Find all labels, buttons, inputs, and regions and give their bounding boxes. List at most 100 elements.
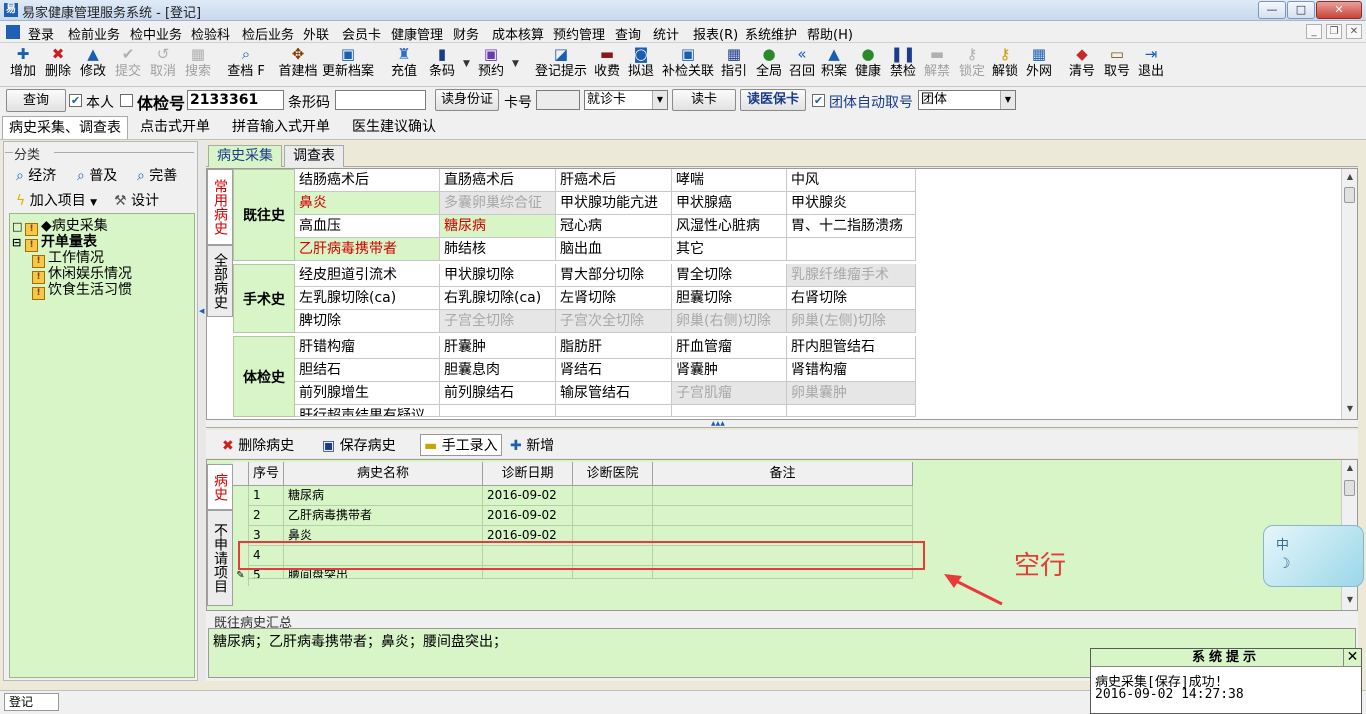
tab-history-collect[interactable]: 病史采集 [208, 145, 282, 167]
table-cell[interactable]: 2016-09-02 [483, 506, 573, 526]
recharge-button[interactable]: ♜ 充值 [389, 45, 419, 81]
self-checkbox[interactable]: ✔ [69, 94, 82, 107]
history-option-cell[interactable]: 肝癌术后 [556, 169, 672, 192]
tab-pinyin-order[interactable]: 拼音输入式开单 [226, 116, 336, 139]
complete-button[interactable]: ⌕ 完善 [137, 165, 177, 185]
save-history-button[interactable]: ▣ 保存病史 [322, 435, 396, 455]
history-option-cell[interactable] [556, 405, 672, 417]
column-header[interactable]: 诊断日期 [483, 462, 573, 486]
modify-button[interactable]: ▲ 修改 [78, 45, 108, 81]
history-option-cell[interactable]: 卵巢囊肿 [787, 382, 916, 405]
history-option-cell[interactable]: 甲状腺癌 [672, 192, 787, 215]
mdi-minimize-button[interactable]: _ [1306, 24, 1322, 39]
collapse-left-icon[interactable]: ◀ [199, 307, 204, 315]
scroll-down-icon[interactable]: ▼ [1342, 592, 1358, 608]
history-option-cell[interactable]: 子宫次全切除 [556, 310, 672, 333]
table-cell[interactable] [653, 486, 913, 506]
vertical-splitter[interactable]: ▲▲▲ [206, 420, 1358, 428]
menu-item-13[interactable]: 报表(R) [693, 24, 738, 43]
design-button[interactable]: ⚒ 设计 [114, 190, 159, 210]
tree-node[interactable]: ! 饮食生活习惯 [32, 282, 132, 300]
history-option-cell[interactable]: 肾结石 [556, 359, 672, 382]
popup-close-button[interactable]: ✕ [1343, 649, 1361, 667]
history-option-cell[interactable]: 胆囊切除 [672, 287, 787, 310]
history-option-cell[interactable]: 多囊卵巢综合征 [440, 192, 556, 215]
menu-item-9[interactable]: 成本核算 [492, 24, 544, 43]
history-option-cell[interactable]: 哮喘 [672, 169, 787, 192]
table-cell[interactable] [573, 486, 653, 506]
tab-click-order[interactable]: 点击式开单 [134, 116, 216, 139]
history-option-cell[interactable]: 甲状腺切除 [440, 264, 556, 287]
scroll-thumb[interactable] [1344, 480, 1355, 496]
scroll-up-icon[interactable]: ▲ [1342, 169, 1358, 185]
history-option-cell[interactable]: 直肠癌术后 [440, 169, 556, 192]
history-option-cell[interactable] [787, 405, 916, 417]
history-option-cell[interactable]: 冠心病 [556, 215, 672, 238]
backlog-button[interactable]: ▲ 积案 [819, 45, 849, 81]
history-option-cell[interactable]: 脾切除 [295, 310, 440, 333]
appointment-button[interactable]: ▣ 预约 [476, 45, 506, 81]
cancel-button[interactable]: ↺ 取消 [148, 45, 178, 81]
history-option-cell[interactable]: 肾错构瘤 [787, 359, 916, 382]
history-option-cell[interactable]: 前列腺结石 [440, 382, 556, 405]
add-item-button[interactable]: ϟ 加入项目 ▼ [16, 190, 97, 210]
history-option-cell[interactable]: 左乳腺切除(ca) [295, 287, 440, 310]
first-file-button[interactable]: ✥ 首建档 [277, 45, 319, 81]
ime-widget[interactable]: 中 ☽ [1263, 525, 1364, 587]
history-option-cell[interactable]: 经皮胆道引流术 [295, 264, 440, 287]
scroll-down-icon[interactable]: ▼ [1342, 401, 1358, 417]
scroll-thumb[interactable] [1344, 187, 1355, 203]
barcode-input[interactable] [335, 90, 426, 110]
table-cell[interactable]: 乙肝病毒携带者 [284, 506, 483, 526]
supplement-button[interactable]: ▣ 补检关联 [660, 45, 716, 81]
unforbid-button[interactable]: ▬ 解禁 [922, 45, 952, 81]
column-header[interactable]: 病史名称 [284, 462, 483, 486]
table-cell[interactable]: 糖尿病 [284, 486, 483, 506]
lock-button[interactable]: ⚷ 锁定 [957, 45, 987, 81]
history-option-cell[interactable]: 输尿管结石 [556, 382, 672, 405]
history-option-cell[interactable]: 甲状腺炎 [787, 192, 916, 215]
tab-not-applied-items[interactable]: 不申请项目 [207, 510, 233, 606]
history-option-cell[interactable] [672, 405, 787, 417]
menu-item-7[interactable]: 健康管理 [391, 24, 443, 43]
history-option-cell[interactable]: 风湿性心脏病 [672, 215, 787, 238]
menu-item-8[interactable]: 财务 [453, 24, 479, 43]
table-cell[interactable] [573, 506, 653, 526]
menu-item-12[interactable]: 统计 [653, 24, 679, 43]
read-card-button[interactable]: 读卡 [672, 89, 736, 111]
history-option-cell[interactable]: 胃、十二指肠溃疡 [787, 215, 916, 238]
tab-all-history[interactable]: 全部病史 [207, 245, 233, 317]
tab-doctor-advice[interactable]: 医生建议确认 [346, 116, 442, 139]
submit-button[interactable]: ✔ 提交 [113, 45, 143, 81]
close-button[interactable]: ✕ [1316, 1, 1362, 19]
scroll-up-icon[interactable]: ▲ [1342, 460, 1358, 476]
health-button[interactable]: ● 健康 [853, 45, 883, 81]
history-option-cell[interactable]: 鼻炎 [295, 192, 440, 215]
menu-item-15[interactable]: 帮助(H) [807, 24, 853, 43]
read-insurance-card-button[interactable]: 读医保卡 [740, 89, 806, 111]
clear-no-button[interactable]: ◆ 清号 [1067, 45, 1097, 81]
minimize-button[interactable]: — [1258, 1, 1286, 19]
menu-item-10[interactable]: 预约管理 [553, 24, 605, 43]
table-cell[interactable] [653, 506, 913, 526]
global-button[interactable]: ● 全局 [754, 45, 784, 81]
menu-item-4[interactable]: 检后业务 [242, 24, 294, 43]
update-file-button[interactable]: ▣ 更新档案 [320, 45, 376, 81]
history-option-cell[interactable]: 右肾切除 [787, 287, 916, 310]
tab-common-history[interactable]: 常用病史 [207, 169, 233, 245]
mdi-restore-button[interactable]: ❐ [1326, 24, 1342, 39]
history-option-cell[interactable]: 胆结石 [295, 359, 440, 382]
history-option-cell[interactable]: 肝错构瘤 [295, 336, 440, 359]
popular-button[interactable]: ⌕ 普及 [77, 165, 117, 185]
collapse-up-icon[interactable]: ▲▲▲ [711, 420, 725, 427]
history-option-cell[interactable]: 糖尿病 [440, 215, 556, 238]
appointment-dropdown-icon[interactable]: ▼ [512, 59, 519, 69]
register-tip-button[interactable]: ◪ 登记提示 [533, 45, 589, 81]
menu-item-1[interactable]: 检前业务 [68, 24, 120, 43]
add-button[interactable]: ✚ 增加 [8, 45, 38, 81]
recall-button[interactable]: «召回 [787, 45, 817, 81]
history-option-cell[interactable]: 肺结核 [440, 238, 556, 261]
history-option-cell[interactable]: 肝内胆管结石 [787, 336, 916, 359]
history-option-cell[interactable]: 肝行超声结果有疑议 [295, 405, 440, 417]
take-no-button[interactable]: ▭ 取号 [1102, 45, 1132, 81]
